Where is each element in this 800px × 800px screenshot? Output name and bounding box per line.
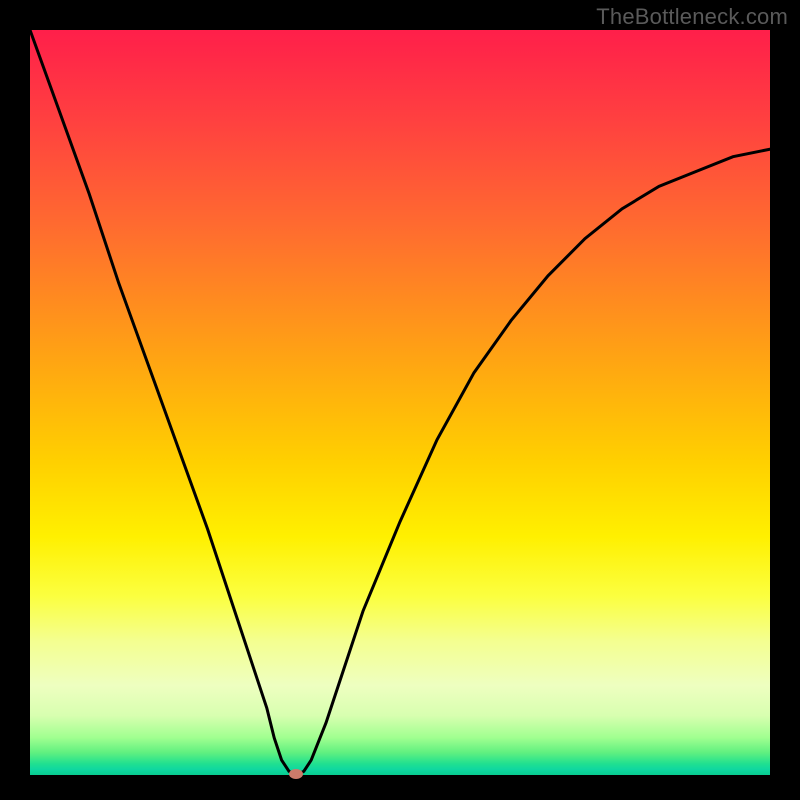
optimal-point-marker <box>289 769 303 779</box>
plot-area <box>30 30 770 775</box>
bottleneck-curve <box>30 30 770 775</box>
chart-container: TheBottleneck.com <box>0 0 800 800</box>
watermark-text: TheBottleneck.com <box>596 4 788 30</box>
